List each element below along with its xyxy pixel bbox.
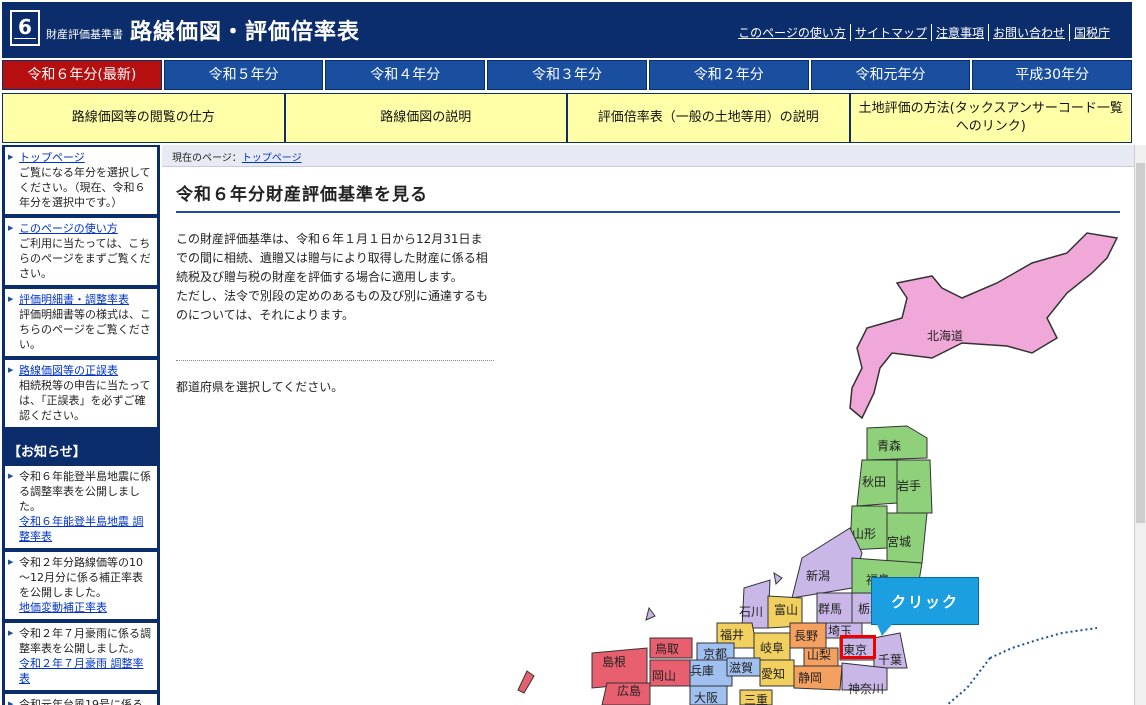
tab-map-explanation[interactable]: 路線価図の説明 <box>283 94 566 142</box>
pref-label: 島根 <box>602 654 626 669</box>
page-title: 令和６年分財産評価基準を見る <box>176 180 1120 213</box>
notice-item: 令和元年台風19号に係る <box>5 694 157 705</box>
tab-land-valuation[interactable]: 土地評価の方法(タックスアンサーコード一覧へのリンク) <box>848 94 1131 142</box>
pref-label: 広島 <box>617 683 641 698</box>
header-link-contact[interactable]: お問い合わせ <box>987 24 1069 41</box>
pref-label: 北海道 <box>927 328 963 343</box>
scrollbar[interactable] <box>1134 145 1146 705</box>
pref-hokkaido[interactable] <box>849 232 1119 420</box>
sidebar-text: 評価明細書等の様式は、こちらのページをご覧ください。 <box>19 308 151 351</box>
tab-year-r4[interactable]: 令和４年分 <box>325 60 486 90</box>
breadcrumb: 現在のページ：トップページ <box>162 145 1134 167</box>
island-shape <box>517 670 535 694</box>
pref-label: 岐阜 <box>760 641 784 655</box>
pref-label: 新潟 <box>806 568 830 583</box>
notice-text: 令和２年７月豪雨に係る調整率表を公開しました。 <box>19 627 151 655</box>
sidebar-link-errata[interactable]: 路線価図等の正誤表 <box>19 364 118 377</box>
notice-item: 令和２年分路線価等の10～12月分に係る補正率表を公開しました。 地価変動補正率… <box>5 552 157 619</box>
pref-label: 富山 <box>774 602 798 617</box>
japan-map: 北海道 青森 秋田 岩手 山形 宮城 新潟 福島 石川 富山 群馬 栃木 福井 … <box>517 232 1119 705</box>
sidebar-text: ご覧になる年分を選択してください。（現在、令和６年分を選択中です。） <box>19 166 151 209</box>
pref-label: 滋賀 <box>729 661 753 675</box>
pref-label: 岡山 <box>652 669 676 683</box>
breadcrumb-prefix: 現在のページ： <box>172 153 242 164</box>
sidebar-item-usage: このページの使い方 ご利用に当たっては、こちらのページをまずご覧ください。 <box>5 218 157 285</box>
pref-label: 神奈川 <box>848 682 884 696</box>
pref-label: 兵庫 <box>690 664 714 678</box>
tab-year-r6[interactable]: 令和６年分(最新) <box>2 60 162 90</box>
sidebar-text: 相続税等の申告に当たっては、「正誤表」を必ずご確認ください。 <box>19 379 151 422</box>
notice-text: 令和６年能登半島地震に係る調整率表を公開しました。 <box>19 470 151 513</box>
tokyo-highlight[interactable] <box>840 635 876 659</box>
pref-label: 愛知 <box>761 667 785 681</box>
notice-link[interactable]: 地価変動補正率表 <box>19 601 107 614</box>
sidebar-text: ご利用に当たっては、こちらのページをまずご覧ください。 <box>19 237 151 280</box>
pref-label: 山梨 <box>807 648 831 662</box>
pref-label: 千葉 <box>878 653 902 667</box>
sub-tabs: 路線価図等の閲覧の仕方 路線価図の説明 評価倍率表（一般の土地等用）の説明 土地… <box>2 93 1132 143</box>
header-link-nta[interactable]: 国税庁 <box>1068 24 1114 41</box>
pref-label: 福井 <box>720 627 744 642</box>
pref-label: 青森 <box>877 438 901 453</box>
pref-ishikawa[interactable] <box>741 579 771 629</box>
map-dotted-line <box>946 657 991 705</box>
sidebar-item-forms: 評価明細書・調整率表 評価明細書等の様式は、こちらのページをご覧ください。 <box>5 289 157 356</box>
sidebar-link-top[interactable]: トップページ <box>19 151 85 164</box>
tab-year-r3[interactable]: 令和３年分 <box>487 60 647 90</box>
scroll-thumb[interactable] <box>1136 163 1145 523</box>
breadcrumb-link-top[interactable]: トップページ <box>242 153 302 164</box>
sidebar-link-forms[interactable]: 評価明細書・調整率表 <box>19 293 129 306</box>
series-name: 財産評価基準書 <box>46 28 123 41</box>
pref-label: 宮城 <box>887 534 911 549</box>
notice-text: 令和元年台風19号に係る <box>19 698 143 705</box>
pref-label: 秋田 <box>862 475 886 489</box>
year-tabs: 令和６年分(最新) 令和５年分 令和４年分 令和３年分 令和２年分 令和元年分 … <box>2 60 1133 90</box>
notice-text: 令和２年分路線価等の10～12月分に係る補正率表を公開しました。 <box>19 556 143 599</box>
tab-multiplier-explanation[interactable]: 評価倍率表（一般の土地等用）の説明 <box>566 94 849 142</box>
island-shape <box>773 571 783 586</box>
sidebar: トップページ ご覧になる年分を選択してください。（現在、令和６年分を選択中です。… <box>2 145 160 705</box>
sidebar-link-usage[interactable]: このページの使い方 <box>19 222 118 235</box>
tab-year-r1[interactable]: 令和元年分 <box>810 60 971 90</box>
pref-label: 長野 <box>794 629 818 643</box>
pref-label: 静岡 <box>798 671 822 685</box>
pref-label: 岩手 <box>897 478 921 493</box>
site-title: 路線価図・評価倍率表 <box>130 20 361 45</box>
header-link-sitemap[interactable]: サイトマップ <box>849 24 931 41</box>
tab-how-to-view[interactable]: 路線価図等の閲覧の仕方 <box>3 94 284 142</box>
pref-label: 石川 <box>739 605 763 619</box>
pref-label: 大阪 <box>694 691 718 705</box>
tab-year-r5[interactable]: 令和５年分 <box>163 60 324 90</box>
pref-label: 鳥取 <box>655 641 679 656</box>
callout-tail <box>876 622 894 636</box>
notice-heading: 【お知らせ】 <box>8 445 86 460</box>
sidebar-item-errata: 路線価図等の正誤表 相続税等の申告に当たっては、「正誤表」を必ずご確認ください。 <box>5 360 157 427</box>
sidebar-item-top: トップページ ご覧になる年分を選択してください。（現在、令和６年分を選択中です。… <box>5 147 157 214</box>
map-dotted-line <box>989 627 1098 659</box>
notice-item: 令和６年能登半島地震に係る調整率表を公開しました。 令和６年能登半島地震 調整率… <box>5 466 157 548</box>
pref-label: 三重 <box>744 693 768 705</box>
pref-label: 群馬 <box>818 602 842 616</box>
header-link-usage[interactable]: このページの使い方 <box>734 24 850 41</box>
click-callout: クリック <box>871 577 979 625</box>
notice-link[interactable]: 令和６年能登半島地震 調整率表 <box>19 515 144 543</box>
pref-label: 京都 <box>703 647 727 661</box>
tab-year-h30[interactable]: 平成30年分 <box>972 60 1133 90</box>
header-links: このページの使い方 サイトマップ 注意事項 お問い合わせ 国税庁 <box>734 24 1114 41</box>
header-link-notes[interactable]: 注意事項 <box>930 24 988 41</box>
island-shape <box>645 606 656 621</box>
tab-year-r2[interactable]: 令和２年分 <box>648 60 809 90</box>
series-logo: 6 <box>10 10 40 46</box>
notice-link[interactable]: 令和２年７月豪雨 調整率表 <box>19 657 144 685</box>
site-header: 6 財産評価基準書 路線価図・評価倍率表 このページの使い方 サイトマップ 注意… <box>2 2 1132 58</box>
notice-item: 令和２年７月豪雨に係る調整率表を公開しました。 令和２年７月豪雨 調整率表 <box>5 623 157 690</box>
